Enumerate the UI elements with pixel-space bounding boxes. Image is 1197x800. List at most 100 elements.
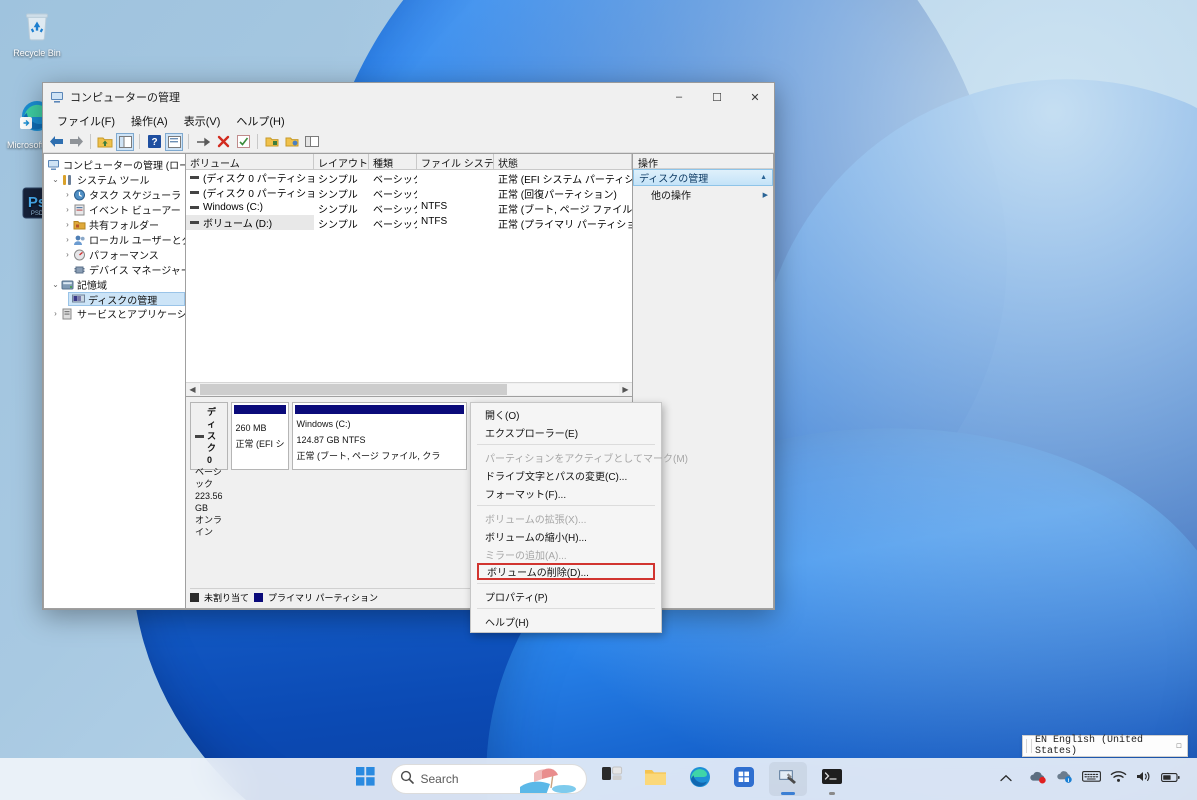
maximize-button[interactable]: ☐ <box>698 83 736 111</box>
sidebar-item-task-scheduler[interactable]: › タスク スケジューラ <box>44 187 185 202</box>
cell-layout: シンプル <box>318 205 358 215</box>
context-menu-item-properties[interactable]: プロパティ(P) <box>471 587 661 605</box>
column-header-filesystem[interactable]: ファイル システム <box>417 154 494 169</box>
help-icon[interactable]: ? <box>145 133 163 151</box>
new-volume-icon[interactable] <box>263 133 281 151</box>
sidebar-item-event-viewer[interactable]: › イベント ビューアー <box>44 202 185 217</box>
menu-help[interactable]: ヘルプ(H) <box>228 111 292 131</box>
console-tree[interactable]: コンピューターの管理 (ローカル) ⌄ システム ツール › タスク スケジュー… <box>43 153 185 609</box>
keyboard-icon[interactable] <box>1082 770 1101 788</box>
disk-info-panel[interactable]: ディスク 0 ベーシック 223.56 GB オンライン <box>190 402 228 537</box>
drag-handle[interactable] <box>1026 739 1032 753</box>
table-row[interactable]: (ディスク 0 パーティション 1) シンプル ベーシック 正常 (EFI シス… <box>186 170 632 185</box>
menu-view[interactable]: 表示(V) <box>176 111 229 131</box>
list-view-icon[interactable] <box>303 133 321 151</box>
taskbar-item-terminal[interactable] <box>813 762 851 796</box>
services-icon <box>61 308 74 320</box>
expand-icon[interactable]: ☐ <box>1171 741 1187 751</box>
horizontal-scrollbar[interactable]: ◀ ▶ <box>186 382 632 396</box>
context-menu: 開く(O) エクスプローラー(E) パーティションをアクティブとしてマーク(M)… <box>470 402 688 633</box>
widgets-icon <box>601 766 623 793</box>
sidebar-item-local-users-and-groups[interactable]: › ローカル ユーザーとグループ <box>44 232 185 247</box>
onedrive-sync-icon[interactable] <box>1029 769 1047 789</box>
context-menu-item-change-drive-letter[interactable]: ドライブ文字とパスの変更(C)... <box>471 466 661 484</box>
language-bar[interactable]: EN English (United States) ☐ <box>1022 735 1188 757</box>
sidebar-item-system-tools[interactable]: ⌄ システム ツール <box>44 172 185 187</box>
column-header-layout[interactable]: レイアウト <box>314 154 369 169</box>
security-icon[interactable]: i <box>1056 769 1073 789</box>
context-menu-item-delete-volume[interactable]: ボリュームの削除(D)... <box>477 563 655 580</box>
partition-windows-c[interactable]: Windows (C:) 124.87 GB NTFS 正常 (ブート, ページ… <box>291 402 467 470</box>
start-button[interactable] <box>347 762 385 796</box>
taskbar-item-widgets[interactable] <box>593 762 631 796</box>
legend-label-primary: プライマリ パーティション <box>268 593 378 603</box>
column-header-volume[interactable]: ボリューム <box>186 154 314 169</box>
scroll-right-arrow-icon[interactable]: ▶ <box>619 385 632 394</box>
sidebar-item-performance[interactable]: › パフォーマンス <box>44 247 185 262</box>
chevron-down-icon[interactable]: ⌄ <box>50 175 61 184</box>
tray-icon-group[interactable]: i <box>1020 764 1189 794</box>
sidebar-item-disk-management[interactable]: ディスクの管理 <box>68 292 185 307</box>
forward-arrow-icon[interactable] <box>67 133 85 151</box>
menu-action[interactable]: 操作(A) <box>123 111 176 131</box>
search-input[interactable]: Search <box>390 764 587 794</box>
extend-volume-icon[interactable] <box>283 133 301 151</box>
show-hidden-icons-button[interactable] <box>994 764 1018 794</box>
sidebar-item-storage[interactable]: ⌄ 記憶域 <box>44 277 185 292</box>
chevron-right-icon[interactable]: › <box>62 190 73 199</box>
desktop-icon-recycle-bin[interactable]: Recycle Bin <box>4 8 70 59</box>
check-icon[interactable] <box>234 133 252 151</box>
chevron-up-icon[interactable]: ▲ <box>760 174 767 181</box>
column-header-status[interactable]: 状態 <box>494 154 632 169</box>
sidebar-item-device-manager[interactable]: デバイス マネージャー <box>44 262 185 277</box>
minimize-button[interactable]: – <box>660 83 698 111</box>
rescan-disks-icon[interactable] <box>194 133 212 151</box>
menu-file[interactable]: ファイル(F) <box>49 111 123 131</box>
table-row[interactable]: Windows (C:) シンプル ベーシック NTFS 正常 (ブート, ペー… <box>186 200 632 215</box>
up-folder-icon[interactable] <box>96 133 114 151</box>
context-menu-item-explorer[interactable]: エクスプローラー(E) <box>471 423 661 441</box>
chevron-right-icon[interactable]: › <box>62 235 73 244</box>
properties-icon[interactable] <box>165 132 183 151</box>
chevron-right-icon[interactable]: › <box>62 205 73 214</box>
context-menu-item-help[interactable]: ヘルプ(H) <box>471 612 661 630</box>
context-menu-item-format[interactable]: フォーマット(F)... <box>471 484 661 502</box>
sidebar-item-shared-folders[interactable]: › 共有フォルダー <box>44 217 185 232</box>
context-menu-item-open[interactable]: 開く(O) <box>471 405 661 423</box>
volume-icon[interactable] <box>1136 770 1152 788</box>
column-header-type[interactable]: 種類 <box>369 154 417 169</box>
context-menu-item-shrink-volume[interactable]: ボリュームの縮小(H)... <box>471 527 661 545</box>
show-hidden-icons-chevron-icon <box>1000 770 1012 788</box>
performance-icon <box>73 249 86 261</box>
tree-root-computer-management[interactable]: コンピューターの管理 (ローカル) <box>44 157 185 172</box>
actions-selected-item[interactable]: ディスクの管理 ▲ <box>633 169 773 186</box>
search-placeholder: Search <box>420 772 459 786</box>
show-hide-console-tree-icon[interactable] <box>116 132 134 151</box>
battery-icon[interactable] <box>1161 770 1180 788</box>
taskbar-item-computer-management[interactable] <box>768 762 807 796</box>
window-titlebar[interactable]: コンピューターの管理 – ☐ ✕ <box>43 83 774 111</box>
scroll-left-arrow-icon[interactable]: ◀ <box>186 385 199 394</box>
taskbar-item-microsoft-edge[interactable] <box>681 762 719 796</box>
delete-icon[interactable] <box>214 133 232 151</box>
chevron-right-icon[interactable]: › <box>62 220 73 229</box>
cell-layout: シンプル <box>318 190 358 200</box>
actions-more-actions[interactable]: 他の操作 ▶ <box>633 186 773 203</box>
chevron-right-icon[interactable]: › <box>50 309 61 318</box>
table-row[interactable]: (ディスク 0 パーティション 4) シンプル ベーシック 正常 (回復パーティ… <box>186 185 632 200</box>
scrollbar-thumb[interactable] <box>200 384 507 395</box>
wifi-icon[interactable] <box>1110 770 1127 788</box>
partition-efi[interactable]: 260 MB 正常 (EFI シ <box>230 402 289 470</box>
chevron-right-icon[interactable]: ▶ <box>763 191 768 199</box>
chevron-down-icon[interactable]: ⌄ <box>50 280 61 289</box>
context-menu-item-extend-volume: ボリュームの拡張(X)... <box>485 514 587 526</box>
chevron-right-icon[interactable]: › <box>62 250 73 259</box>
close-button[interactable]: ✕ <box>736 83 774 111</box>
taskbar-item-microsoft-store[interactable] <box>725 762 763 796</box>
sidebar-item-services-and-applications[interactable]: › サービスとアプリケーション <box>44 306 185 321</box>
back-arrow-icon[interactable] <box>47 133 65 151</box>
taskbar-item-file-explorer[interactable] <box>637 762 675 796</box>
computer-management-icon <box>50 90 64 104</box>
table-row[interactable]: ボリューム (D:) シンプル ベーシック NTFS 正常 (プライマリ パーテ… <box>186 215 632 230</box>
scrollbar-track[interactable] <box>199 384 619 395</box>
